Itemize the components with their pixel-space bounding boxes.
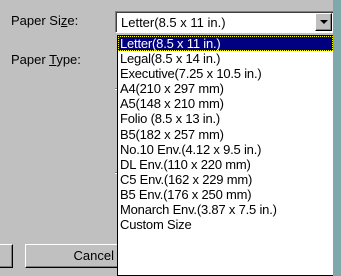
paper-size-option[interactable]: A5(148 x 210 mm) [118,96,333,111]
paper-size-option[interactable]: Folio (8.5 x 13 in.) [118,111,333,126]
paper-type-label-prefix: Paper [11,52,50,67]
paper-size-option[interactable]: A4(210 x 297 mm) [118,81,333,96]
paper-size-option[interactable]: Letter(8.5 x 11 in.) [118,36,333,52]
page-setup-dialog: Paper Size: Paper Type: Letter(8.5 x 11 … [0,0,335,276]
cancel-button-label: Cancel [73,248,114,263]
paper-size-option[interactable]: B5 Env.(176 x 250 mm) [118,187,333,202]
paper-size-combobox[interactable]: Letter(8.5 x 11 in.) [115,11,334,33]
paper-size-option[interactable]: Executive(7.25 x 10.5 in.) [118,66,333,81]
paper-size-option[interactable]: No.10 Env.(4.12 x 9.5 in.) [118,142,333,157]
paper-size-label-suffix: e: [67,13,79,28]
cancel-button[interactable]: Cancel [25,244,120,268]
ok-button-partial[interactable] [0,244,13,268]
desktop-background [333,0,341,276]
paper-size-option[interactable]: Monarch Env.(3.87 x 7.5 in.) [118,202,333,217]
paper-size-option[interactable]: Custom Size [118,217,333,232]
paper-size-label: Paper Size: [11,13,78,28]
paper-size-label-prefix: Paper Si [11,13,61,28]
paper-size-option[interactable]: Legal(8.5 x 14 in.) [118,51,333,66]
paper-size-option[interactable]: B5(182 x 257 mm) [118,127,333,142]
paper-size-option[interactable]: DL Env.(110 x 220 mm) [118,157,333,172]
paper-size-dropdown-list[interactable]: Letter(8.5 x 11 in.) Legal(8.5 x 14 in.) E… [117,35,334,276]
paper-size-value: Letter(8.5 x 11 in.) [121,15,226,30]
paper-type-label: Paper Type: [11,52,81,67]
paper-size-dropdown-button[interactable] [315,13,332,31]
paper-size-option[interactable]: C5 Env.(162 x 229 mm) [118,172,333,187]
paper-type-label-suffix: ype: [56,52,81,67]
chevron-down-icon [320,20,328,24]
